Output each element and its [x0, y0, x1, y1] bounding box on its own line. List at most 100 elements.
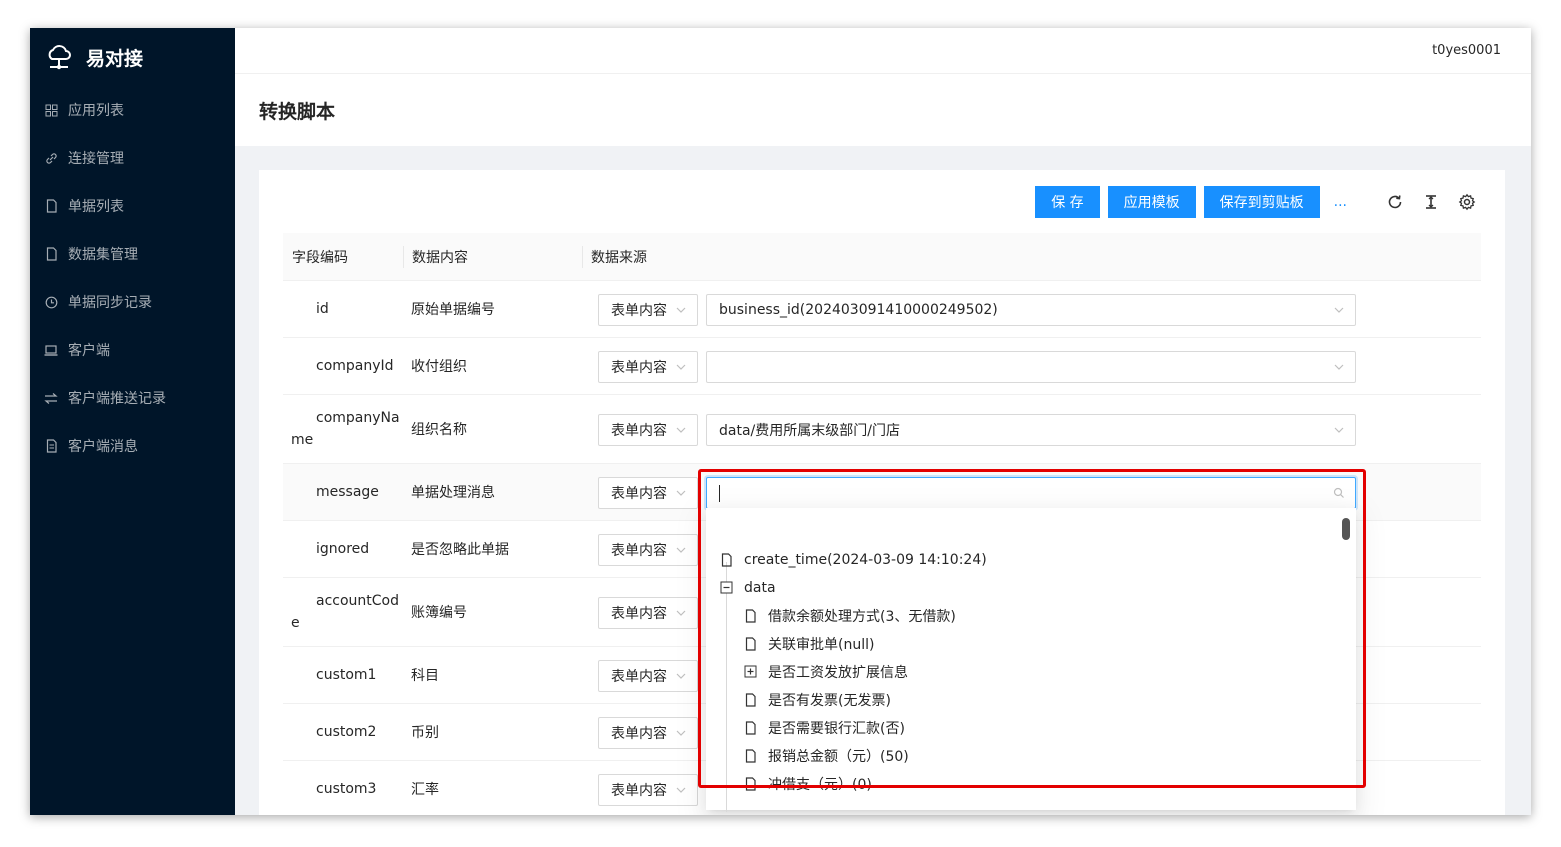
source-type-value: 表单内容 [611, 725, 667, 742]
source-type-select[interactable]: 表单内容 [598, 716, 698, 749]
source-type-select[interactable]: 表单内容 [598, 773, 698, 806]
sidebar-item-2[interactable]: 单据列表 [30, 182, 235, 230]
source-type-select[interactable]: 表单内容 [598, 596, 698, 629]
sidebar-item-5[interactable]: 客户端 [30, 326, 235, 374]
field-description: 账簿编号 [411, 605, 467, 621]
sidebar-item-label: 连接管理 [68, 151, 124, 167]
main-area: t0yes0001 转换脚本 保 存 应用模板 保存到剪贴板 ... 字段编码 … [235, 28, 1531, 815]
grid-icon [44, 103, 58, 117]
data-source-value: business_id(202403091410000249502) [719, 301, 998, 318]
save-to-clipboard-button[interactable]: 保存到剪贴板 [1203, 186, 1320, 218]
sidebar-menu: 应用列表连接管理单据列表数据集管理单据同步记录 客户端客户端推送记录 客户端消息 [30, 86, 235, 470]
field-description: 科目 [411, 668, 439, 684]
source-type-select[interactable]: 表单内容 [598, 476, 698, 509]
field-code: companyName [291, 410, 400, 448]
app-window: 易对接 应用列表连接管理单据列表数据集管理单据同步记录 客户端客户端推送记录 客户端… [30, 28, 1531, 815]
chevron-down-icon [675, 784, 687, 800]
field-description: 是否忽略此单据 [411, 542, 509, 558]
chevron-down-icon [1333, 304, 1345, 320]
field-code: accountCode [291, 593, 400, 631]
chevron-down-icon [1333, 361, 1345, 377]
sidebar-item-3[interactable]: 数据集管理 [30, 230, 235, 278]
data-source-select[interactable] [706, 350, 1356, 383]
chevron-down-icon [1333, 424, 1345, 440]
message-file-icon [44, 439, 58, 453]
field-code: companyId [316, 358, 394, 374]
chevron-down-icon [675, 544, 687, 560]
field-code: message [316, 484, 379, 500]
sidebar-item-7[interactable]: 客户端消息 [30, 422, 235, 470]
user-name[interactable]: t0yes0001 [1432, 43, 1501, 58]
sidebar-item-label: 单据同步记录 [68, 295, 152, 311]
sidebar-item-label: 数据集管理 [68, 247, 138, 263]
field-code: custom3 [316, 781, 377, 797]
data-source-select[interactable]: business_id(202403091410000249502) [706, 293, 1356, 326]
sidebar: 易对接 应用列表连接管理单据列表数据集管理单据同步记录 客户端客户端推送记录 客户端… [30, 28, 235, 815]
chevron-down-icon [675, 424, 687, 440]
sidebar-item-label: 客户端消息 [68, 439, 138, 455]
more-link[interactable]: ... [1334, 194, 1347, 210]
sidebar-item-label: 客户端推送记录 [68, 391, 166, 407]
table-header: 字段编码 数据内容 数据来源 [283, 233, 1481, 281]
field-description: 币别 [411, 725, 439, 741]
table-row: companyId 收付组织 表单内容 [283, 338, 1481, 395]
link-icon [44, 151, 58, 165]
table-row: companyName 组织名称 表单内容 data/费用所属末级部门/门店 [283, 395, 1481, 464]
field-code: id [316, 301, 329, 317]
chevron-down-icon [675, 607, 687, 623]
header-data-source: 数据来源 [582, 245, 882, 268]
chevron-down-icon [675, 304, 687, 320]
source-type-value: 表单内容 [611, 485, 667, 502]
source-type-value: 表单内容 [611, 422, 667, 439]
source-type-select[interactable]: 表单内容 [598, 293, 698, 326]
field-description: 收付组织 [411, 359, 467, 375]
swap-icon [44, 391, 58, 405]
laptop-icon [44, 343, 58, 357]
history-icon [44, 295, 58, 309]
sidebar-item-4[interactable]: 单据同步记录 [30, 278, 235, 326]
file-icon [44, 199, 58, 213]
source-type-select[interactable]: 表单内容 [598, 413, 698, 446]
field-description: 汇率 [411, 782, 439, 798]
chevron-down-icon [675, 670, 687, 686]
page-title: 转换脚本 [259, 100, 336, 123]
sidebar-item-6[interactable]: 客户端推送记录 [30, 374, 235, 422]
field-description: 单据处理消息 [411, 485, 495, 501]
source-type-value: 表单内容 [611, 542, 667, 559]
sidebar-item-label: 应用列表 [68, 103, 124, 119]
setting-icon[interactable] [1457, 192, 1477, 212]
app-logo[interactable]: 易对接 [30, 28, 235, 86]
source-type-value: 表单内容 [611, 668, 667, 685]
field-description: 原始单据编号 [411, 302, 495, 318]
highlight-box [698, 469, 1366, 788]
header-data-content: 数据内容 [403, 245, 582, 268]
source-type-value: 表单内容 [611, 302, 667, 319]
data-source-value: data/费用所属末级部门/门店 [719, 422, 900, 439]
apply-template-button[interactable]: 应用模板 [1107, 186, 1196, 218]
page-header: 转换脚本 [235, 74, 1531, 146]
chevron-down-icon [675, 727, 687, 743]
save-button[interactable]: 保 存 [1035, 186, 1100, 218]
sidebar-item-label: 客户端 [68, 343, 110, 359]
app-name: 易对接 [86, 47, 144, 70]
field-description: 组织名称 [411, 422, 467, 438]
chevron-down-icon [675, 361, 687, 377]
source-type-select[interactable]: 表单内容 [598, 533, 698, 566]
file-icon [44, 247, 58, 261]
source-type-select[interactable]: 表单内容 [598, 659, 698, 692]
field-code: custom2 [316, 724, 377, 740]
cloud-network-icon [48, 45, 71, 70]
sidebar-item-label: 单据列表 [68, 199, 124, 215]
data-source-select[interactable]: data/费用所属末级部门/门店 [706, 413, 1356, 446]
top-bar: t0yes0001 [235, 28, 1531, 74]
source-type-value: 表单内容 [611, 782, 667, 799]
reload-icon[interactable] [1385, 192, 1405, 212]
source-type-select[interactable]: 表单内容 [598, 350, 698, 383]
sidebar-item-0[interactable]: 应用列表 [30, 86, 235, 134]
sidebar-item-1[interactable]: 连接管理 [30, 134, 235, 182]
column-height-icon[interactable] [1421, 192, 1441, 212]
field-code: custom1 [316, 667, 377, 683]
field-code: ignored [316, 541, 370, 557]
source-type-value: 表单内容 [611, 605, 667, 622]
toolbar: 保 存 应用模板 保存到剪贴板 ... [1027, 186, 1477, 218]
